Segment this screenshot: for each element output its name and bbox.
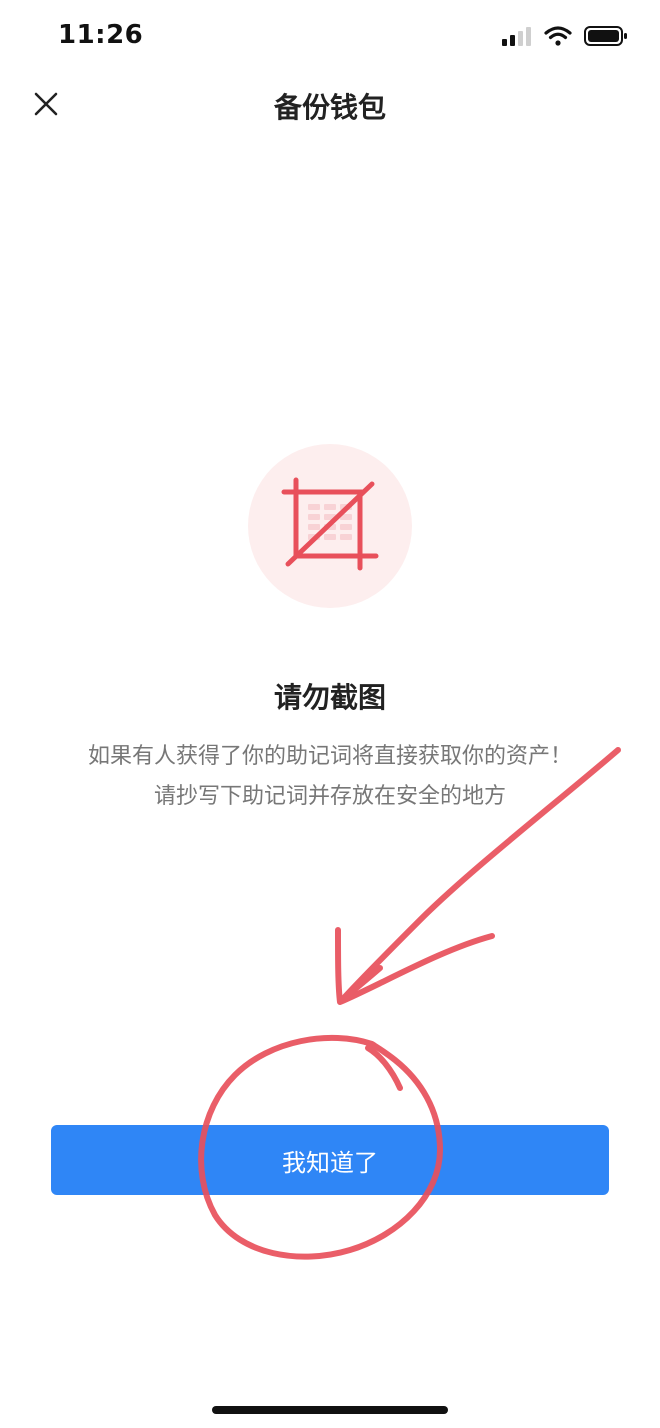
confirm-button-label: 我知道了 xyxy=(282,1148,378,1177)
battery-icon xyxy=(584,26,627,46)
cellular-signal-icon xyxy=(502,27,531,46)
status-time: 11:26 xyxy=(58,20,144,50)
status-bar: 11:26 xyxy=(0,0,660,72)
no-screenshot-icon xyxy=(281,477,379,571)
warning-title: 请勿截图 xyxy=(273,681,386,714)
warning-message-line-1: 如果有人获得了你的助记词将直接获取你的资产！ xyxy=(87,744,572,769)
page-title: 备份钱包 xyxy=(273,91,386,124)
status-icons xyxy=(502,24,628,48)
wifi-icon xyxy=(544,26,572,46)
confirm-button[interactable]: 我知道了 xyxy=(51,1125,609,1195)
hero-icon-circle xyxy=(248,444,412,608)
home-indicator[interactable] xyxy=(212,1406,448,1414)
nav-bar: 备份钱包 xyxy=(0,72,660,138)
annotation-arrow-head xyxy=(335,927,495,1005)
warning-message-line-2: 请抄写下助记词并存放在安全的地方 xyxy=(153,784,506,809)
